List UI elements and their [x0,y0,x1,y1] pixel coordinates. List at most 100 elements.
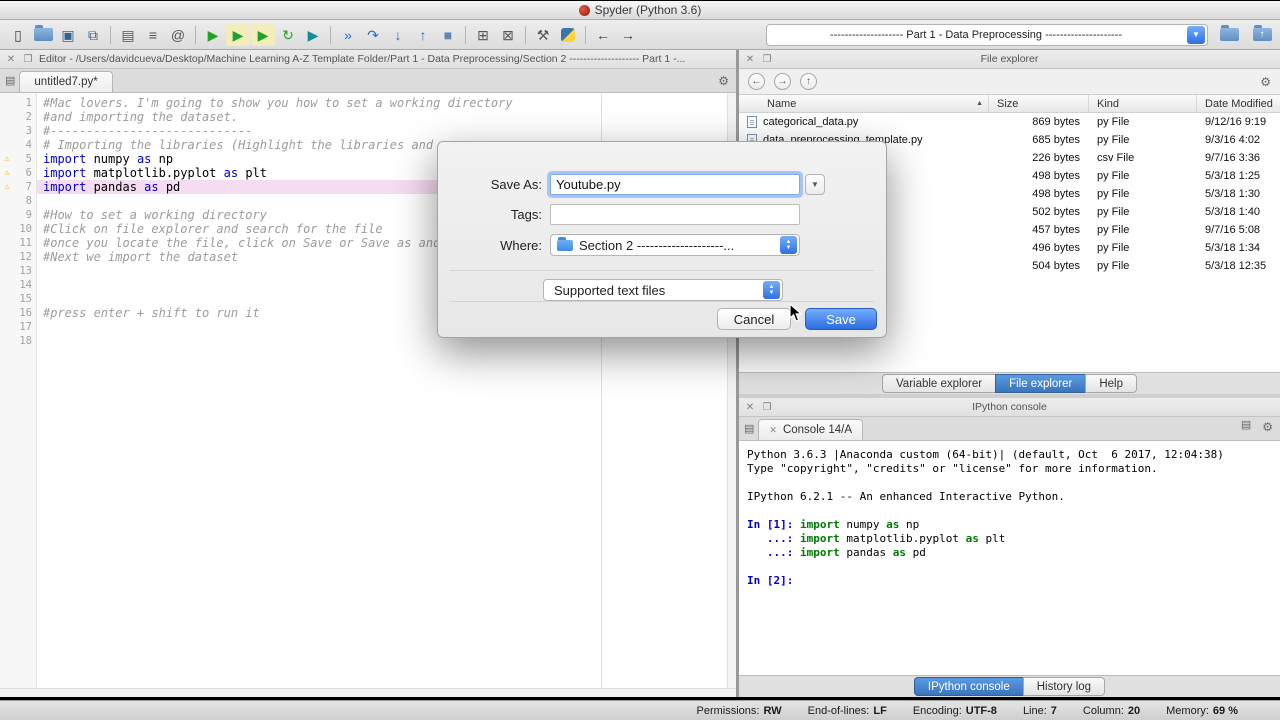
close-tab-icon[interactable]: ✕ [769,425,777,436]
file-kind: py File [1097,206,1130,218]
gutter-space [0,250,14,264]
console-list-icon[interactable]: ▤ [1241,418,1251,431]
open-file-icon[interactable] [31,24,55,46]
title-bar: Spyder (Python 3.6) [0,1,1280,20]
column-header-name[interactable]: Name ▲ [739,95,989,112]
line-number: 17 [19,321,32,333]
tab-ipython-console[interactable]: IPython console [913,677,1024,696]
expand-dialog-icon[interactable]: ▼ [805,174,825,195]
dialog-separator [450,270,874,271]
working-directory-combo[interactable]: -------------------- Part 1 - Data Prepr… [766,23,1208,46]
status-item: End-of-lines: LF [807,704,887,717]
column-header-size[interactable]: Size [989,95,1089,112]
close-pane-icon[interactable]: ✕ [5,54,17,65]
find-in-files-icon[interactable]: @ [166,24,190,46]
close-pane-icon[interactable]: ⊠ [496,24,520,46]
save-all-icon[interactable]: ⧉ [81,24,105,46]
file-switcher-icon[interactable]: ≡ [141,24,165,46]
close-pane-icon[interactable]: ✕ [744,54,756,65]
maximize-pane-icon[interactable]: ⊞ [471,24,495,46]
warning-icon: ⚠ [4,182,10,192]
browse-tabs-icon[interactable]: ▤ [744,422,754,435]
editor-pane-header: ✕ ❐ Editor - /Users/davidcueva/Desktop/M… [0,50,736,69]
tab-help[interactable]: Help [1085,374,1138,393]
combo-dropdown-icon[interactable]: ▼ [1187,25,1205,44]
gutter-space [0,110,14,124]
preferences-icon[interactable]: ⚒ [531,24,555,46]
line-number: 18 [19,335,32,347]
explorer-next-icon[interactable]: → [774,73,791,90]
gutter-space [0,334,14,348]
tab-variable-explorer[interactable]: Variable explorer [881,374,997,393]
browse-tabs-icon[interactable]: ▤ [5,74,15,87]
line-number: 12 [19,251,32,263]
console-output[interactable]: Python 3.6.3 |Anaconda custom (64-bit)| … [739,441,1280,675]
file-kind: py File [1097,134,1130,146]
code-line: 1 #Mac lovers. I'm going to show you how … [0,96,736,110]
undock-pane-icon[interactable]: ❐ [761,402,773,413]
gutter-space [0,278,14,292]
console-pane-header: ✕ ❐ IPython console [739,398,1280,417]
code-text: #Mac lovers. I'm going to show you how t… [43,96,513,110]
explorer-parent-icon[interactable]: ↑ [800,73,817,90]
debug-step-out-icon[interactable]: ↑ [411,24,435,46]
explorer-previous-icon[interactable]: ← [748,73,765,90]
editor-options-gear-icon[interactable]: ⚙ [718,74,729,88]
where-value: Section 2 --------------------... [579,237,735,253]
file-row[interactable]: categorical_data.py 869 bytes py File 9/12/… [739,113,1280,131]
forward-icon[interactable]: → [616,24,640,46]
editor-horizontal-scrollbar[interactable] [0,688,736,697]
undock-pane-icon[interactable]: ❐ [761,54,773,65]
tags-label: Tags: [510,207,542,222]
cancel-button[interactable]: Cancel [717,308,791,330]
where-popup[interactable]: Section 2 --------------------... ▲ ▼ [550,234,800,256]
run-cell-icon[interactable]: ▶ [226,23,250,46]
console-tab[interactable]: ✕ Console 14/A [758,419,863,440]
save-icon[interactable]: ▣ [56,24,80,46]
rerun-cell-icon[interactable]: ↻ [276,24,300,46]
debug-step-into-icon[interactable]: ↓ [386,24,410,46]
python-path-icon[interactable] [556,24,580,46]
status-item: Column: 20 [1082,704,1141,717]
save-button[interactable]: Save [805,308,877,330]
file-date: 9/12/16 9:19 [1205,116,1267,128]
run-cell-advance-icon[interactable]: ▶ [251,23,275,46]
parent-directory-button[interactable]: ↑ [1250,24,1274,46]
debug-icon[interactable]: » [336,24,360,46]
status-item: Line: 7 [1022,704,1057,717]
stop-icon[interactable]: ■ [436,24,460,46]
file-size: 498 bytes [1032,188,1080,200]
print-icon[interactable]: ▤ [116,24,140,46]
spyder-window: Spyder (Python 3.6) ▯ ▣ ⧉ ▤ ≡ @ ▶ ▶ ▶ ↻ ▶» ↷ ↓ ↑ ■ ⊞ ⊠ ⚒ ←… [0,0,1280,697]
editor-file-tab[interactable]: untitled7.py* [19,71,113,92]
console-options-gear-icon[interactable]: ⚙ [1262,420,1273,434]
debug-step-icon[interactable]: ↷ [361,24,385,46]
file-date: 5/3/18 1:40 [1205,206,1261,218]
tab-file-explorer[interactable]: File explorer [995,374,1087,393]
line-number: 16 [19,307,32,319]
explorer-options-gear-icon[interactable]: ⚙ [1260,75,1271,89]
tab-history-log[interactable]: History log [1022,677,1106,696]
toolbar-separator [330,25,331,44]
code-line: 2 #and importing the dataset. [0,110,736,124]
new-file-icon[interactable]: ▯ [6,24,30,46]
console-line: Type "copyright", "credits" or "license"… [747,462,1158,475]
console-bottom-tabs: IPython console History log [739,675,1280,697]
explorer-nav-icons: ← → ↑ [748,73,817,90]
column-header-date[interactable]: Date Modified [1197,95,1280,112]
browse-directory-button[interactable] [1217,24,1241,46]
ipython-console-pane: ✕ ❐ IPython console ▤ ✕ Console 14/A ▤ ⚙… [739,398,1280,697]
column-header-kind[interactable]: Kind [1089,95,1197,112]
undock-pane-icon[interactable]: ❐ [22,54,34,65]
file-explorer-title: File explorer [980,53,1039,65]
folder-icon [1219,25,1239,41]
close-pane-icon[interactable]: ✕ [744,402,756,413]
run-icon[interactable]: ▶ [201,24,225,46]
run-selection-icon[interactable]: ▶ [301,24,325,46]
back-icon[interactable]: ← [591,24,615,46]
file-size: 869 bytes [1032,116,1080,128]
filename-input[interactable] [550,174,800,195]
filetype-popup[interactable]: Supported text files ▲ ▼ [543,279,783,301]
tags-input[interactable] [550,204,800,225]
